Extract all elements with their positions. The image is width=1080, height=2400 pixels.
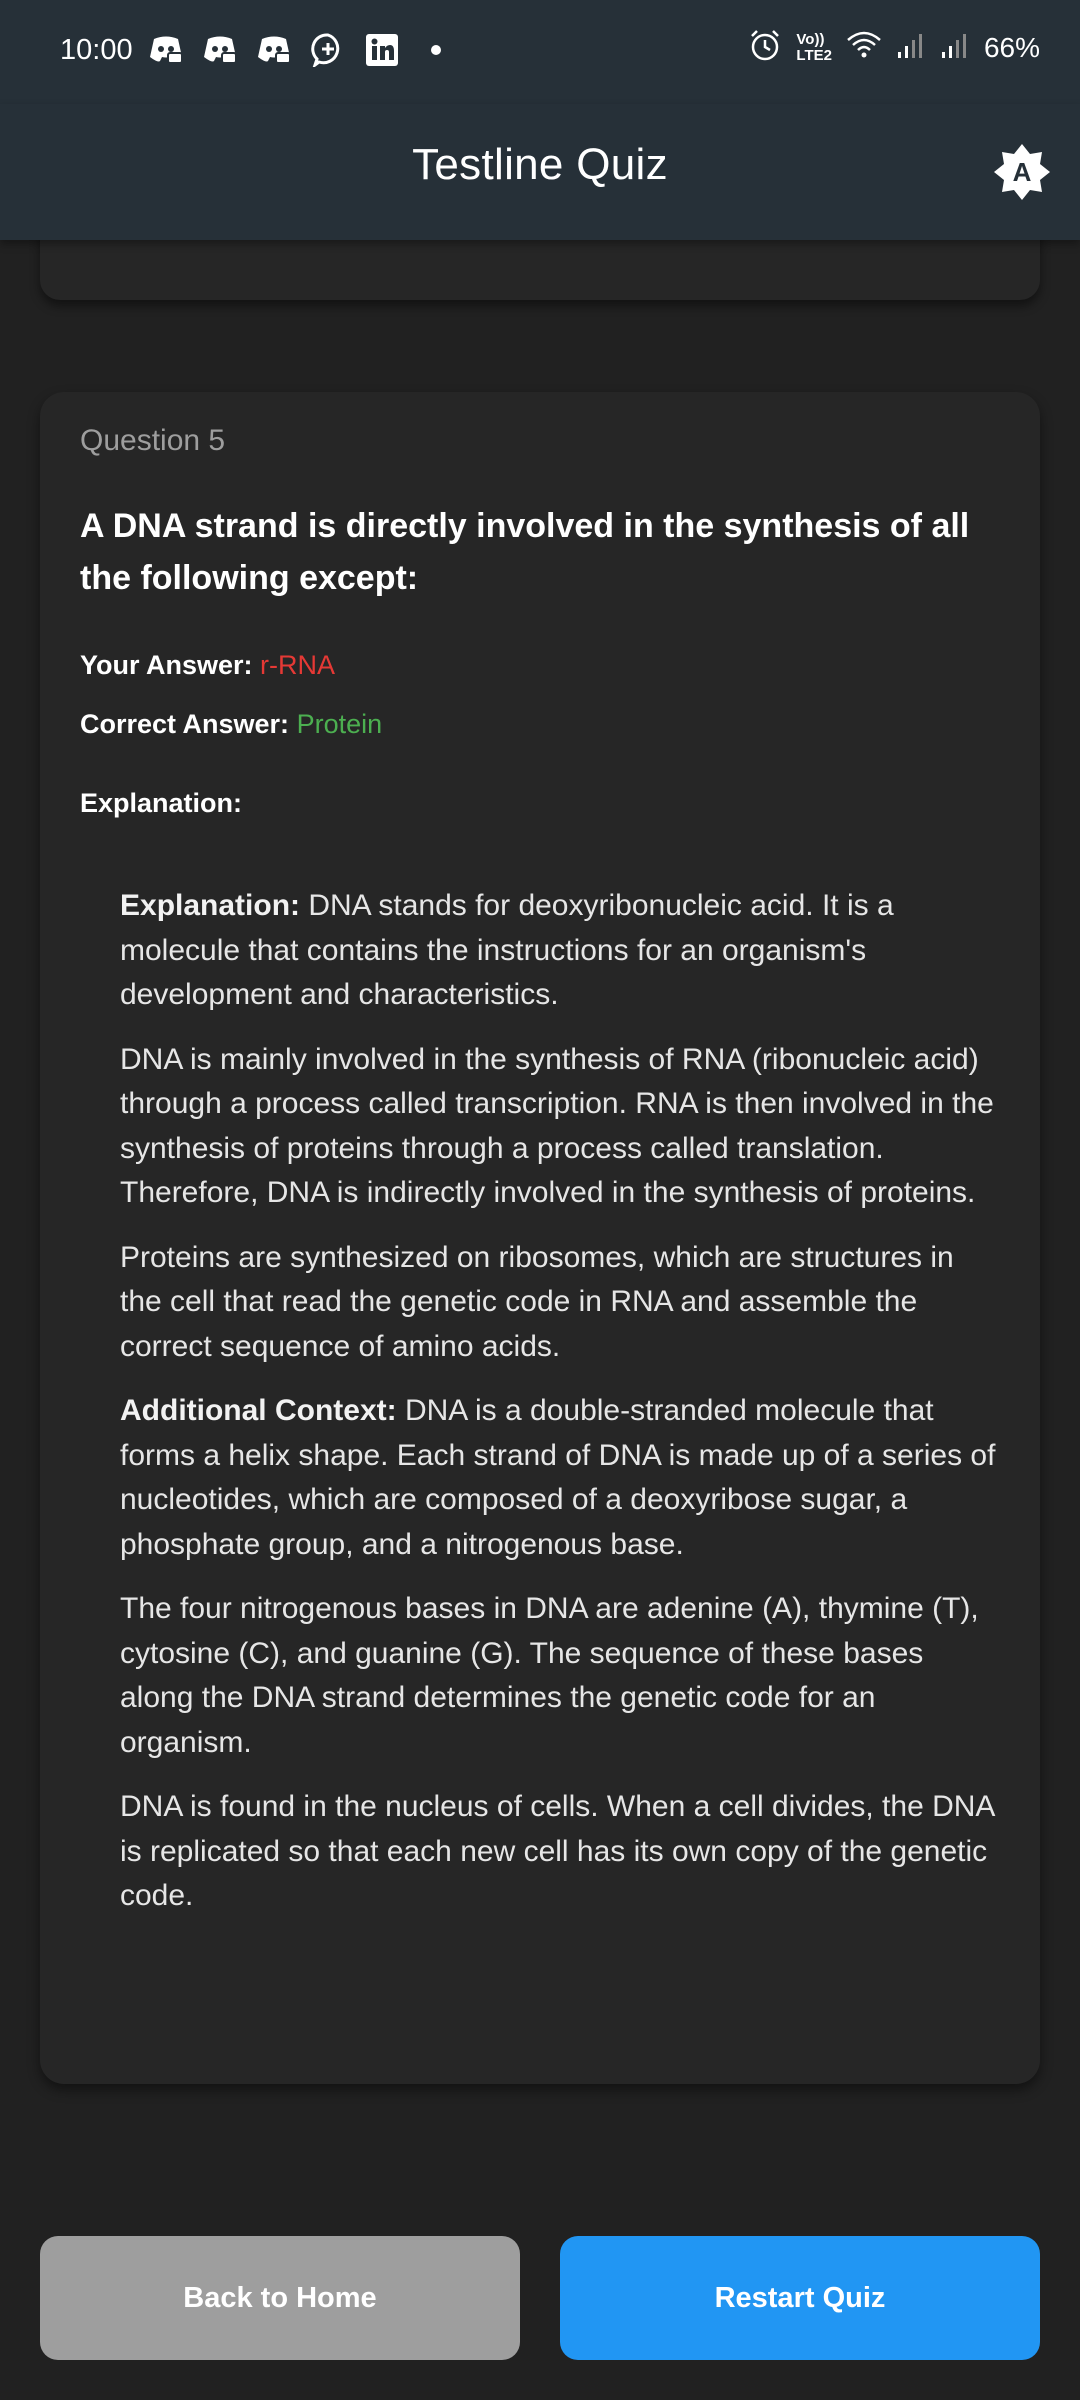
question-number: Question 5 xyxy=(80,424,226,457)
explanation-paragraph: The four nitrogenous bases in DNA are ad… xyxy=(120,1592,979,1759)
back-to-home-button[interactable]: Back to Home xyxy=(40,2236,520,2360)
explanation-paragraph: Explanation: DNA stands for deoxyribonuc… xyxy=(120,884,1000,1018)
system-icons: Vo)) LTE2 66% xyxy=(748,28,1040,67)
explanation-paragraph: DNA is found in the nucleus of cells. Wh… xyxy=(120,1790,994,1912)
explanation-body: Explanation: DNA stands for deoxyribonuc… xyxy=(120,884,1000,1939)
question-text: A DNA strand is directly involved in the… xyxy=(80,507,970,597)
notification-icons xyxy=(146,30,456,70)
your-answer-label: Your Answer: xyxy=(80,650,253,680)
app-bar: Testline Quiz A xyxy=(0,104,1080,240)
your-answer-value: r-RNA xyxy=(260,650,336,680)
explanation-lead: Explanation: xyxy=(120,889,301,922)
correct-answer-row: Correct Answer: Protein xyxy=(80,709,382,740)
explanation-heading: Explanation: xyxy=(80,788,243,818)
signal-icon xyxy=(940,30,970,65)
theme-icon-letter: A xyxy=(1013,157,1032,187)
volte-icon: Vo)) LTE2 xyxy=(796,30,832,64)
status-time: 10:00 xyxy=(60,34,133,66)
discord-icon xyxy=(254,30,294,70)
linkedin-icon xyxy=(362,30,402,70)
status-bar: 10:00 Vo)) LTE2 66% xyxy=(0,0,1080,104)
explanation-paragraph: DNA is mainly involved in the synthesis … xyxy=(120,1042,994,1210)
additional-context-paragraph: Additional Context: DNA is a double-stra… xyxy=(120,1389,1000,1567)
restart-quiz-button[interactable]: Restart Quiz xyxy=(560,2236,1040,2360)
volte-label: Vo)) xyxy=(796,30,825,48)
explanation-paragraph: Proteins are synthesized on ribosomes, w… xyxy=(120,1240,954,1363)
signal-icon xyxy=(896,30,926,65)
discord-icon xyxy=(146,30,186,70)
alarm-icon xyxy=(748,28,782,67)
discord-icon xyxy=(200,30,240,70)
app-title: Testline Quiz xyxy=(412,140,668,189)
battery-level: 66% xyxy=(983,31,1040,63)
brightness-auto-icon: A xyxy=(994,144,1050,200)
your-answer-row: Your Answer: r-RNA xyxy=(80,650,335,681)
dot-icon xyxy=(416,30,456,70)
question-card: Question 5 A DNA strand is directly invo… xyxy=(40,392,1040,2084)
wifi-icon xyxy=(846,30,882,65)
additional-context-lead: Additional Context: xyxy=(120,1394,397,1427)
correct-answer-label: Correct Answer: xyxy=(80,709,290,739)
correct-answer-value: Protein xyxy=(296,709,383,739)
chat-plus-icon xyxy=(308,30,348,70)
lte-label: LTE2 xyxy=(796,46,832,64)
theme-toggle-button[interactable]: A xyxy=(992,142,1052,202)
bottom-actions: Back to Home Restart Quiz xyxy=(0,2196,1080,2400)
